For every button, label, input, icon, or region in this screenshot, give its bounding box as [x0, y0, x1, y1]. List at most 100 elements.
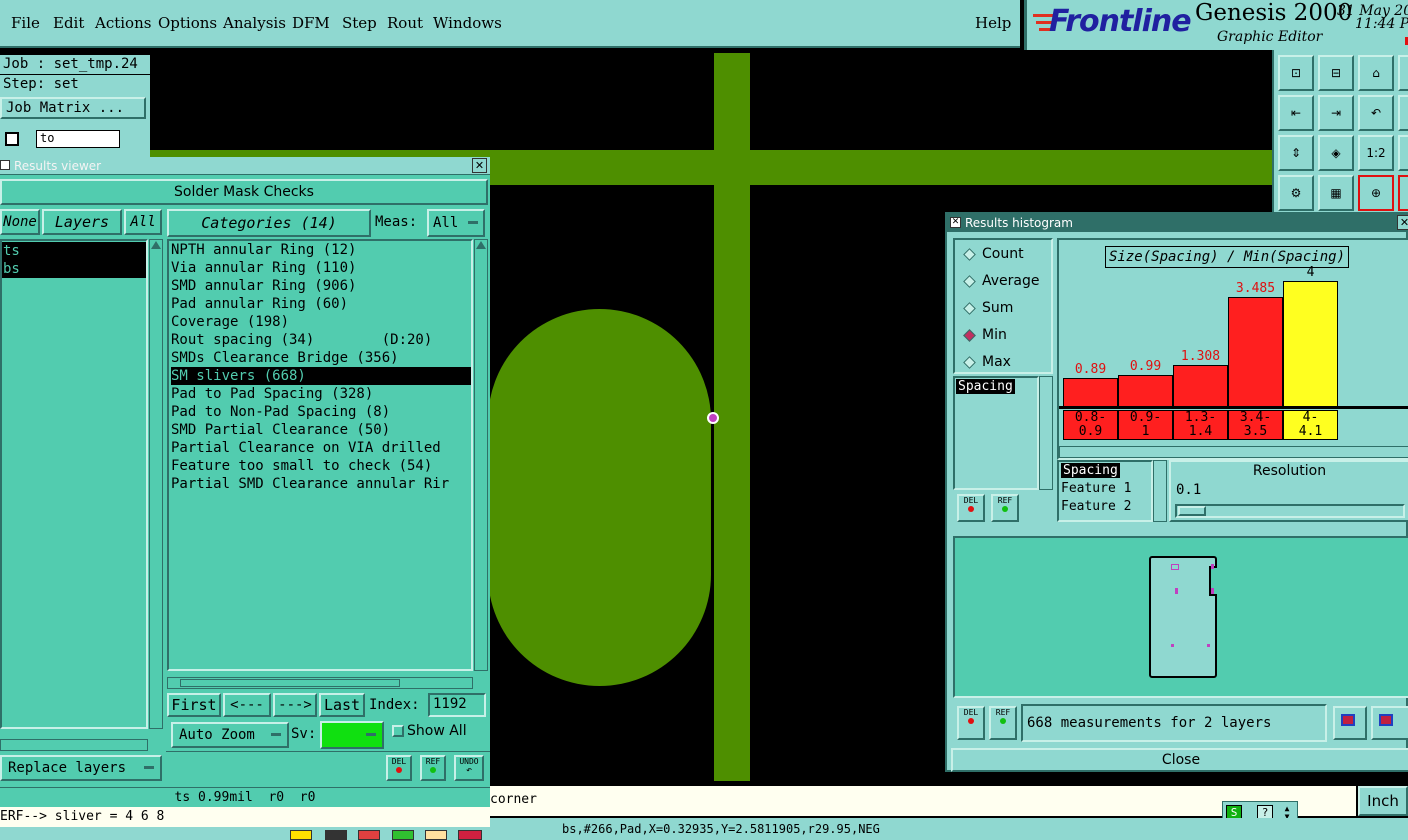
category-list[interactable]: NPTH annular Ring (12) Via annular Ring (…: [167, 239, 473, 671]
chart-hscroll[interactable]: [1059, 446, 1408, 458]
menu-options[interactable]: Options: [158, 14, 217, 32]
delete-button[interactable]: DEL: [386, 755, 412, 781]
toolbar-edge-icon[interactable]: [1398, 135, 1408, 171]
category-item[interactable]: Pad annular Ring (60): [171, 295, 471, 313]
zoom-center-icon[interactable]: ◈: [1318, 135, 1354, 171]
pan-right-icon[interactable]: ⇥: [1318, 95, 1354, 131]
category-item[interactable]: Partial SMD Clearance annular Rir: [171, 475, 471, 493]
histogram-titlebar[interactable]: ✕ Results histogram ✕: [947, 214, 1408, 232]
category-item[interactable]: SMD annular Ring (906): [171, 277, 471, 295]
severity-color-dropdown[interactable]: [320, 721, 384, 749]
job-matrix-button[interactable]: Job Matrix ...: [0, 97, 146, 119]
window-menu-icon[interactable]: [0, 160, 10, 170]
radio-min[interactable]: Min: [963, 327, 1007, 343]
zoom-window-icon[interactable]: [1371, 706, 1408, 740]
layer-item[interactable]: ts: [2, 242, 146, 260]
menu-analysis[interactable]: Analysis: [223, 14, 286, 32]
close-icon[interactable]: ✕: [472, 158, 487, 173]
toolbar-icon[interactable]: [325, 830, 347, 840]
category-item[interactable]: Pad to Non-Pad Spacing (8): [171, 403, 471, 421]
category-item[interactable]: Pad to Pad Spacing (328): [171, 385, 471, 403]
layers-button[interactable]: Layers: [42, 209, 122, 235]
close-icon[interactable]: ✕: [1397, 215, 1408, 230]
results-viewer-titlebar[interactable]: Results viewer ✕: [0, 157, 490, 175]
toolbar-icon[interactable]: [425, 830, 447, 840]
index-field[interactable]: 1192: [428, 693, 486, 717]
zoom-to-result-icon[interactable]: [1333, 706, 1367, 740]
snap-icon[interactable]: ⊕: [1358, 175, 1394, 211]
menu-file[interactable]: File: [11, 14, 40, 32]
menu-actions[interactable]: Actions: [95, 14, 151, 32]
replace-layers-dropdown[interactable]: Replace layers: [0, 755, 162, 781]
category-item[interactable]: Partial Clearance on VIA drilled: [171, 439, 471, 457]
preview-delete-button[interactable]: DEL: [957, 706, 985, 740]
toolbar-edge-icon[interactable]: [1398, 175, 1408, 211]
tools-icon[interactable]: ⚙: [1278, 175, 1314, 211]
toolbar-edge-icon[interactable]: [1398, 95, 1408, 131]
prev-button[interactable]: <---: [223, 693, 271, 717]
next-button[interactable]: --->: [273, 693, 317, 717]
menu-rout[interactable]: Rout: [387, 14, 423, 32]
categories-button[interactable]: Categories (14): [167, 209, 371, 237]
pan-left-icon[interactable]: ⇤: [1278, 95, 1314, 131]
field-item[interactable]: Feature 1: [1059, 480, 1151, 498]
radio-average[interactable]: Average: [963, 273, 1040, 289]
menu-dfm[interactable]: DFM: [292, 14, 330, 32]
toolbar-icon[interactable]: [358, 830, 380, 840]
category-item[interactable]: Rout spacing (34) (D:20): [171, 331, 471, 349]
auto-zoom-dropdown[interactable]: Auto Zoom: [171, 722, 289, 748]
category-item[interactable]: NPTH annular Ring (12): [171, 241, 471, 259]
window-menu-icon[interactable]: ✕: [950, 217, 961, 228]
undo-button[interactable]: UNDO ↶: [454, 755, 484, 781]
histogram-bar[interactable]: [1063, 378, 1118, 406]
category-item[interactable]: SMD Partial Clearance (50): [171, 421, 471, 439]
refresh-button[interactable]: REF: [420, 755, 446, 781]
category-item[interactable]: SM slivers (668): [171, 367, 471, 385]
histogram-bar[interactable]: [1118, 375, 1173, 406]
layer-checkbox[interactable]: [5, 132, 19, 146]
none-button[interactable]: None: [0, 209, 40, 235]
grid-icon[interactable]: ▦: [1318, 175, 1354, 211]
toolbar-edge-icon[interactable]: [1398, 55, 1408, 91]
slider-handle[interactable]: [1178, 506, 1206, 516]
preview-refresh-button[interactable]: REF: [989, 706, 1017, 740]
units-button[interactable]: Inch: [1358, 786, 1408, 816]
category-item[interactable]: SMDs Clearance Bridge (356): [171, 349, 471, 367]
menu-windows[interactable]: Windows: [433, 14, 502, 32]
field-list-scrollbar[interactable]: [1153, 460, 1167, 522]
radio-sum[interactable]: Sum: [963, 300, 1013, 316]
layer-item[interactable]: bs: [2, 260, 146, 278]
toolbar-icon[interactable]: [392, 830, 414, 840]
histogram-bar[interactable]: [1283, 281, 1338, 406]
category-item[interactable]: Via annular Ring (110): [171, 259, 471, 277]
layer-list[interactable]: ts bs: [0, 239, 148, 729]
last-button[interactable]: Last: [319, 693, 365, 717]
zoom-down-icon[interactable]: ⊟: [1318, 55, 1354, 91]
layer-list-hscroll[interactable]: [0, 739, 148, 751]
toolbar-icon[interactable]: [290, 830, 312, 840]
histogram-bar[interactable]: [1228, 297, 1283, 406]
close-button[interactable]: Close: [951, 748, 1408, 772]
field-item[interactable]: Spacing: [1061, 463, 1120, 478]
category-item[interactable]: Feature too small to check (54): [171, 457, 471, 475]
zoom-1-to-2-icon[interactable]: 1:2: [1358, 135, 1394, 171]
category-list-hscroll[interactable]: [167, 677, 473, 689]
histogram-bar[interactable]: [1173, 365, 1228, 406]
all-button[interactable]: All: [124, 209, 162, 235]
menu-step[interactable]: Step: [342, 14, 377, 32]
field-item[interactable]: Feature 2: [1059, 498, 1151, 516]
measure-list-scrollbar[interactable]: [1039, 376, 1053, 490]
zoom-fit-icon[interactable]: ⇕: [1278, 135, 1314, 171]
category-item[interactable]: Coverage (198): [171, 313, 471, 331]
radio-max[interactable]: Max: [963, 354, 1011, 370]
show-all-checkbox[interactable]: [392, 725, 404, 737]
measure-list[interactable]: Spacing: [953, 376, 1039, 490]
field-list[interactable]: Spacing Feature 1 Feature 2: [1057, 460, 1153, 522]
undo-view-icon[interactable]: ↶: [1358, 95, 1394, 131]
radio-count[interactable]: Count: [963, 246, 1024, 262]
measure-item[interactable]: Spacing: [956, 379, 1015, 394]
layer-name-field[interactable]: to: [36, 130, 120, 148]
toolbar-icon[interactable]: [458, 830, 482, 840]
menu-edit[interactable]: Edit: [53, 14, 84, 32]
layer-list-scrollbar[interactable]: [149, 239, 163, 729]
